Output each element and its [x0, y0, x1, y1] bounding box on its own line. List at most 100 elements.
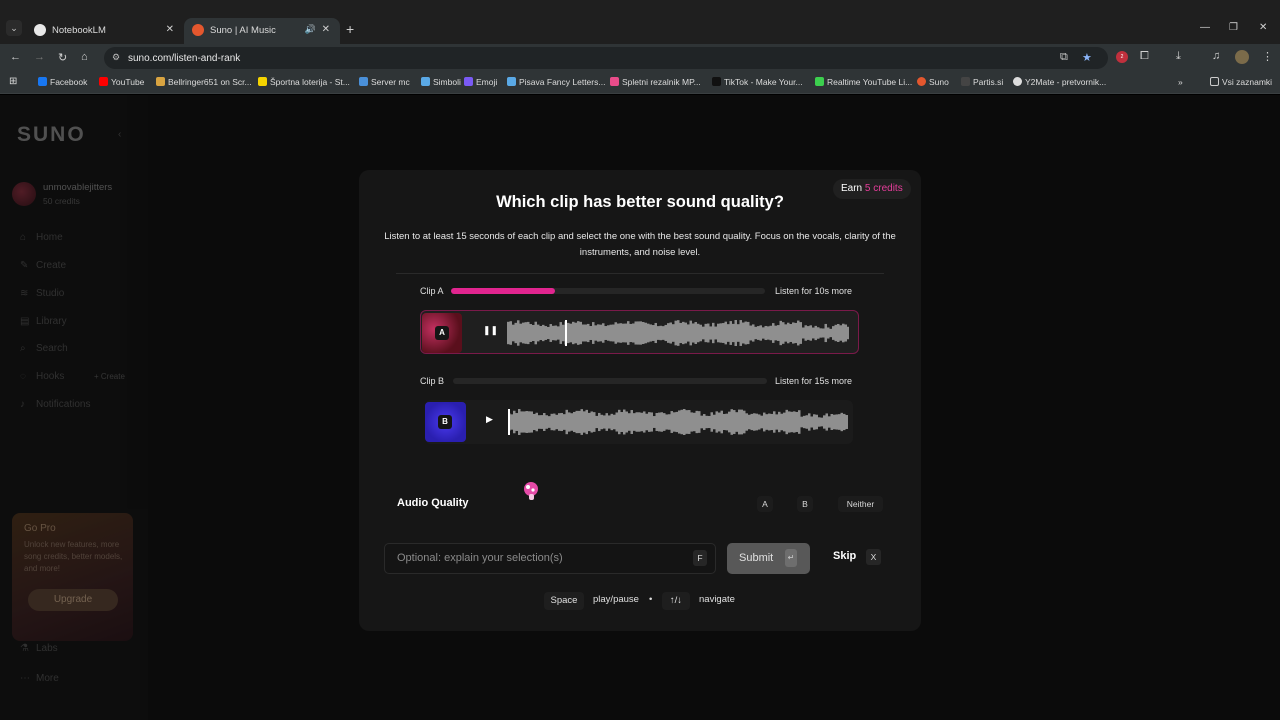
tab-search-dropdown[interactable]: ⌄ [6, 20, 22, 36]
choice-neither-button[interactable]: Neither [838, 496, 883, 512]
playhead[interactable] [508, 409, 510, 435]
tab-notebooklm[interactable]: NotebookLM ✕ [26, 18, 184, 44]
sidebar-item-notifications[interactable]: ♪ Notifications [20, 399, 90, 410]
sidebar-item-more[interactable]: ⋯ More [20, 673, 59, 684]
back-icon[interactable]: ← [10, 51, 21, 63]
sidebar-item-hooks[interactable]: ◌ Hooks [20, 371, 64, 382]
bookmark-server-mc[interactable]: Server mc [359, 77, 410, 87]
waveform-bar [689, 320, 692, 346]
address-bar[interactable]: ⚙ suno.com/listen-and-rank ⧉ ★ [104, 47, 1108, 69]
playhead[interactable] [565, 320, 567, 346]
bookmark-partis[interactable]: Partis.si [961, 77, 1003, 87]
submit-button[interactable]: Submit ↵ [727, 543, 810, 574]
waveform-bar [717, 323, 720, 343]
all-bookmarks-folder[interactable]: Vsi zaznamki [1210, 77, 1272, 87]
explain-selection-field[interactable]: F [384, 543, 716, 574]
bookmark-youtube[interactable]: YouTube [99, 77, 144, 87]
sidebar-item-search[interactable]: ⌕ Search [20, 343, 68, 354]
speaker-icon[interactable]: 🔊 [305, 24, 316, 35]
waveform-bar [728, 411, 731, 433]
extensions-icon[interactable]: ⧠ [1140, 50, 1149, 63]
bookmark-spletni-rezalnik[interactable]: Spletni rezalnik MP... [610, 77, 701, 87]
sidebar-item-library[interactable]: ▤ Library [20, 316, 67, 327]
reload-icon[interactable]: ↻ [58, 51, 67, 64]
waveform-bar [799, 322, 802, 344]
clip-a-player[interactable]: A ❚❚ [420, 310, 859, 354]
avatar[interactable] [12, 182, 36, 206]
sidebar-item-labs[interactable]: ⚗ Labs [20, 643, 58, 654]
bookmark-facebook[interactable]: Facebook [38, 77, 87, 87]
waveform-bar [677, 320, 680, 346]
clip-a-waveform[interactable] [507, 320, 849, 346]
waveform-bar [523, 411, 526, 433]
media-control-icon[interactable]: ♫ [1212, 50, 1220, 62]
suno-page: SUNO ‹ unmovablejitters 50 credits ⌂ Home… [0, 95, 1280, 720]
home-icon[interactable]: ⌂ [81, 51, 88, 63]
explain-input[interactable] [397, 552, 677, 564]
username[interactable]: unmovablejitters [43, 182, 112, 193]
clip-b-cover[interactable]: B [425, 402, 466, 442]
play-icon[interactable]: ▶ [486, 414, 493, 425]
waveform-bar [718, 412, 721, 432]
collapse-sidebar-icon[interactable]: ‹ [118, 129, 121, 140]
tab-close-icon[interactable]: ✕ [166, 24, 174, 35]
bookmark-realtime-youtube[interactable]: Realtime YouTube Li... [815, 77, 912, 87]
tab-close-icon[interactable]: ✕ [322, 24, 330, 35]
bookmark-pisava[interactable]: Pisava Fancy Letters... [507, 77, 605, 87]
waveform-bar [729, 321, 732, 345]
sidebar-item-create[interactable]: ✎ Create [20, 260, 66, 271]
waveform-bar [825, 413, 828, 431]
downloads-icon[interactable]: ⤓ [1176, 50, 1181, 63]
new-tab-button[interactable]: + [346, 22, 354, 36]
hooks-icon: ◌ [20, 371, 26, 382]
waveform-bar [649, 324, 652, 342]
bookmark-suno[interactable]: Suno [917, 77, 949, 87]
hooks-create-button[interactable]: + Create [94, 372, 125, 381]
upgrade-button[interactable]: Upgrade [28, 589, 118, 611]
clip-b-player[interactable]: B ▶ [425, 400, 853, 444]
waveform-bar [683, 409, 686, 435]
apps-grid-icon[interactable]: ⊞ [9, 76, 17, 87]
profile-avatar[interactable] [1235, 50, 1249, 64]
sidebar-item-studio[interactable]: ≋ Studio [20, 288, 64, 299]
bookmark-bellringer[interactable]: Bellringer651 on Scr... [156, 77, 252, 87]
skip-button[interactable]: Skip [833, 550, 856, 562]
suno-logo[interactable]: SUNO [17, 123, 86, 147]
waveform-bar [623, 409, 626, 435]
pause-icon[interactable]: ❚❚ [483, 325, 498, 336]
menu-icon[interactable]: ⋮ [1262, 50, 1273, 63]
bookmark-simboli[interactable]: Simboli [421, 77, 461, 87]
waveform-bar [598, 412, 601, 432]
bookmark-emoji[interactable]: Emoji [464, 77, 497, 87]
install-app-icon[interactable]: ⧉ [1060, 51, 1068, 64]
waveform-bar [703, 414, 706, 430]
site-info-icon[interactable]: ⚙ [112, 52, 120, 63]
close-window-icon[interactable]: ✕ [1259, 22, 1267, 33]
extension-badge-icon[interactable]: 2 [1116, 51, 1128, 63]
clip-a-cover[interactable]: A [422, 313, 462, 353]
bookmark-y2mate[interactable]: Y2Mate - pretvornik... [1013, 77, 1106, 87]
tab-suno[interactable]: Suno | AI Music 🔊 ✕ [184, 18, 340, 44]
bookmark-star-icon[interactable]: ★ [1082, 51, 1092, 64]
choice-b-button[interactable]: B [797, 496, 813, 512]
waveform-bar [639, 321, 642, 345]
clip-b-waveform[interactable] [508, 409, 848, 435]
waveform-bar [759, 325, 762, 341]
restore-icon[interactable]: ❐ [1229, 22, 1238, 33]
minimize-icon[interactable]: — [1200, 22, 1210, 33]
sidebar-item-home[interactable]: ⌂ Home [20, 232, 63, 243]
forward-icon[interactable]: → [34, 51, 45, 63]
waveform-bar [734, 320, 737, 346]
rezalnik-icon [610, 77, 619, 86]
waveform-bar [668, 414, 671, 430]
waveform-bar [714, 326, 717, 340]
choice-a-button[interactable]: A [757, 496, 773, 512]
waveform-bar [620, 412, 623, 432]
waveform-bar [547, 326, 550, 340]
bookmarks-overflow-icon[interactable]: » [1178, 77, 1183, 87]
waveform-bar [812, 327, 815, 339]
waveform-bar [778, 411, 781, 433]
bookmark-tiktok[interactable]: TikTok - Make Your... [712, 77, 803, 87]
bookmark-sportna[interactable]: Športna loterija - St... [258, 77, 350, 87]
waveform-bar [752, 324, 755, 342]
